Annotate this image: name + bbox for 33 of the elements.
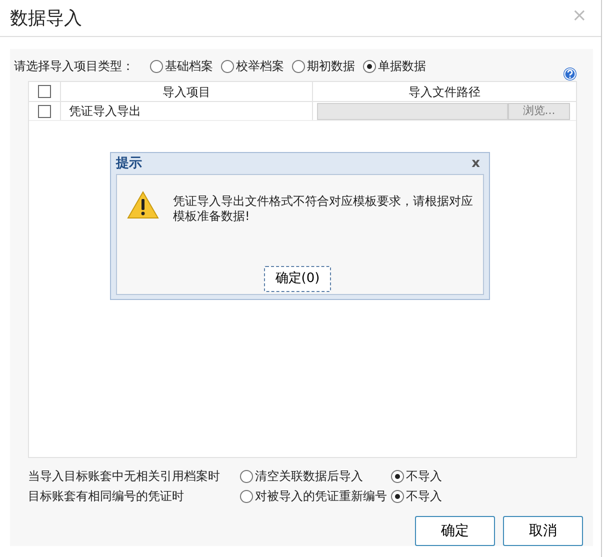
- radio-button[interactable]: [240, 490, 253, 502]
- column-header: 导入文件路径: [408, 84, 482, 101]
- radio-label[interactable]: 期初数据: [307, 57, 355, 75]
- close-button[interactable]: x: [468, 156, 484, 170]
- help-icon[interactable]: [563, 66, 577, 81]
- radio-button[interactable]: [292, 60, 305, 72]
- radio-label[interactable]: 不导入: [406, 487, 442, 505]
- checkbox[interactable]: [38, 85, 51, 98]
- radio-button[interactable]: [150, 60, 163, 72]
- radio-label[interactable]: 不导入: [406, 467, 442, 485]
- confirm-button[interactable]: 确定: [415, 516, 495, 546]
- radio-button[interactable]: [391, 470, 404, 482]
- radio-button[interactable]: [240, 470, 253, 482]
- radio-label[interactable]: 基础档案: [165, 57, 213, 75]
- radio-button[interactable]: [221, 60, 234, 72]
- setting-label: 当导入目标账套中无相关引用档案时: [28, 468, 221, 485]
- radio-label[interactable]: 校举档案: [236, 57, 284, 75]
- alert-message: 凭证导入导出文件格式不符合对应模板要求，请根据对应模板准备数据!: [173, 194, 473, 224]
- warning-icon: [127, 191, 159, 219]
- column-header: 导入项目: [61, 82, 313, 101]
- table-cell-text: 凭证导入导出: [68, 104, 141, 118]
- setting-label: 目标账套有相同编号的凭证时: [28, 488, 185, 505]
- radio-label[interactable]: 清空关联数据后导入: [255, 467, 363, 485]
- radio-button[interactable]: [363, 60, 376, 72]
- cancel-button[interactable]: 取消: [503, 516, 583, 546]
- path-field[interactable]: [317, 102, 508, 120]
- radio-label[interactable]: 单据数据: [378, 57, 426, 75]
- radio-button[interactable]: [391, 490, 404, 502]
- alert-title: 提示: [116, 154, 142, 173]
- radio-label[interactable]: 对被导入的凭证重新编号: [255, 487, 387, 505]
- dialog-title: 数据导入: [10, 7, 82, 31]
- type-label: 请选择导入项目类型：: [14, 58, 134, 75]
- ok-button[interactable]: 确定(0): [264, 266, 331, 292]
